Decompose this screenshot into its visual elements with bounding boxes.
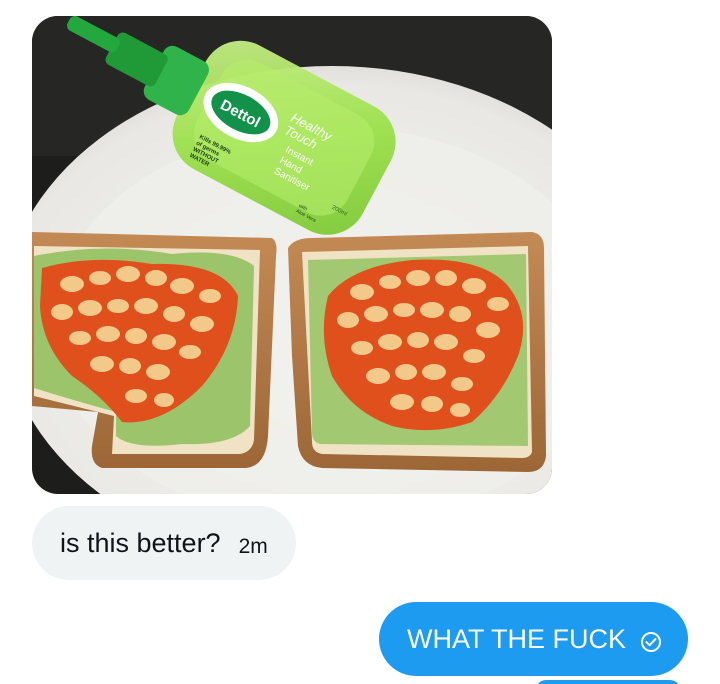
photo-image: Dettol Healthy Touch Instant Hand Saniti… [32, 16, 552, 494]
shared-photo[interactable]: Dettol Healthy Touch Instant Hand Saniti… [32, 16, 552, 494]
sent-message-text: WHAT THE FUCK [406, 623, 626, 654]
check-circle-icon [640, 631, 662, 653]
dm-thread: Dettol Healthy Touch Instant Hand Saniti… [0, 0, 720, 684]
received-message-text: is this better? [60, 527, 221, 558]
sent-message-bubble[interactable]: WHAT THE FUCK [378, 602, 688, 676]
next-message-bubble-partial[interactable] [536, 680, 680, 684]
toast-right [288, 232, 546, 472]
message-timestamp: 2m [238, 535, 268, 558]
received-message-bubble[interactable]: is this better? 2m [32, 506, 296, 580]
